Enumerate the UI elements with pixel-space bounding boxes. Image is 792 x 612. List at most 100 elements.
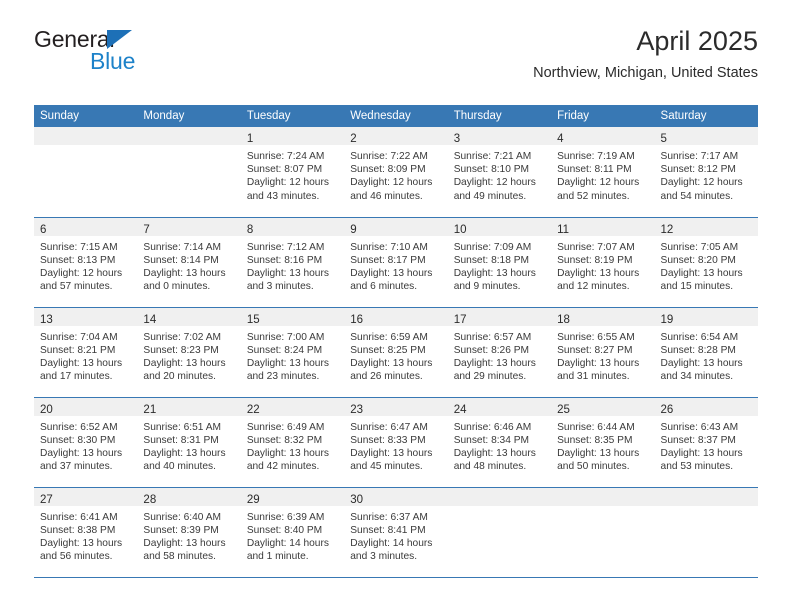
- day-number: 6: [40, 223, 47, 236]
- calendar-day-cell[interactable]: 29 Sunrise: 6:39 AM Sunset: 8:40 PM Dayligh…: [240, 487, 345, 578]
- day-number: 11: [557, 223, 570, 236]
- day-number: 12: [660, 223, 674, 236]
- calendar-day-cell[interactable]: 7 Sunrise: 7:14 AM Sunset: 8:14 PM Daylight…: [137, 217, 241, 308]
- daylight-text: Daylight: 13 hours and 0 minutes.: [143, 267, 226, 293]
- daylight-text: Daylight: 12 hours and 52 minutes.: [557, 177, 640, 202]
- calendar-day-cell[interactable]: 18 Sunrise: 6:55 AM Sunset: 8:27 PM Dayligh…: [551, 307, 655, 398]
- daylight-text: Daylight: 13 hours and 48 minutes.: [453, 447, 536, 473]
- calendar-day-cell[interactable]: 15 Sunrise: 7:00 AM Sunset: 8:24 PM Dayligh…: [240, 307, 345, 398]
- calendar-day-cell[interactable]: 10 Sunrise: 7:09 AM Sunset: 8:18 PM Dayligh…: [447, 217, 552, 308]
- page-title: April 2025: [636, 26, 758, 56]
- calendar-day-cell[interactable]: 22 Sunrise: 6:49 AM Sunset: 8:32 PM Dayligh…: [240, 397, 345, 488]
- calendar-week-row: 20 Sunrise: 6:52 AM Sunset: 8:30 PM Dayligh…: [34, 397, 758, 488]
- day-number: 1: [246, 133, 254, 145]
- day-details: Sunrise: 6:43 AM Sunset: 8:37 PM Daylight:…: [655, 416, 758, 474]
- daylight-text: Daylight: 13 hours and 42 minutes.: [246, 447, 329, 473]
- day-number: 2: [350, 133, 357, 145]
- weekday-header-thursday: Thursday: [447, 105, 552, 127]
- calendar-day-cell[interactable]: 5 Sunrise: 7:17 AM Sunset: 8:12 PM Daylight…: [654, 127, 758, 218]
- day-number: 20: [40, 403, 53, 416]
- daylight-text: Daylight: 12 hours and 49 minutes.: [453, 177, 536, 202]
- calendar-day-cell[interactable]: 3 Sunrise: 7:21 AM Sunset: 8:10 PM Daylight…: [447, 127, 552, 218]
- sunrise-text: Sunrise: 7:24 AM: [246, 151, 325, 162]
- sunrise-text: Sunrise: 7:07 AM: [557, 241, 635, 253]
- calendar-day-cell[interactable]: 25 Sunrise: 6:44 AM Sunset: 8:35 PM Dayligh…: [551, 397, 655, 488]
- day-number-band: 8: [240, 217, 345, 236]
- calendar-day-cell[interactable]: 30 Sunrise: 6:37 AM Sunset: 8:41 PM Dayligh…: [344, 487, 448, 578]
- calendar-day-cell[interactable]: 14 Sunrise: 7:02 AM Sunset: 8:23 PM Dayligh…: [137, 307, 241, 398]
- calendar-day-cell[interactable]: 20 Sunrise: 6:52 AM Sunset: 8:30 PM Dayligh…: [34, 397, 138, 488]
- calendar-day-cell[interactable]: 21 Sunrise: 6:51 AM Sunset: 8:31 PM Dayligh…: [137, 397, 241, 488]
- calendar-day-cell[interactable]: 1 Sunrise: 7:24 AM Sunset: 8:07 PM Daylight…: [240, 127, 345, 218]
- calendar-day-cell[interactable]: 8 Sunrise: 7:12 AM Sunset: 8:16 PM Daylight…: [240, 217, 345, 308]
- day-number: 7: [143, 223, 150, 236]
- day-number-band: 14: [137, 307, 241, 326]
- day-details: Sunrise: 6:57 AM Sunset: 8:26 PM Daylight:…: [448, 326, 551, 384]
- day-number-band: 18: [551, 307, 655, 326]
- calendar-day-cell[interactable]: 26 Sunrise: 6:43 AM Sunset: 8:37 PM Dayligh…: [654, 397, 758, 488]
- sunset-text: Sunset: 8:19 PM: [557, 254, 633, 266]
- day-number-band: 21: [137, 397, 241, 416]
- daylight-text: Daylight: 13 hours and 56 minutes.: [40, 537, 123, 563]
- calendar-day-cell[interactable]: 12 Sunrise: 7:05 AM Sunset: 8:20 PM Dayligh…: [654, 217, 758, 308]
- calendar-day-cell[interactable]: 16 Sunrise: 6:59 AM Sunset: 8:25 PM Dayligh…: [344, 307, 448, 398]
- calendar-week-row: 13 Sunrise: 7:04 AM Sunset: 8:21 PM Dayligh…: [34, 307, 758, 398]
- calendar-day-cell[interactable]: 27 Sunrise: 6:41 AM Sunset: 8:38 PM Dayligh…: [34, 487, 138, 578]
- day-number: 14: [143, 313, 157, 326]
- weekday-header-tuesday: Tuesday: [240, 105, 345, 127]
- daylight-text: Daylight: 13 hours and 37 minutes.: [40, 447, 123, 473]
- daylight-text: Daylight: 13 hours and 29 minutes.: [453, 357, 536, 383]
- sunrise-text: Sunrise: 7:10 AM: [350, 241, 428, 253]
- calendar-day-cell[interactable]: 23 Sunrise: 6:47 AM Sunset: 8:33 PM Dayligh…: [344, 397, 448, 488]
- calendar-day-cell-empty: [137, 127, 241, 218]
- day-number: 29: [246, 493, 260, 506]
- day-number-band: 10: [447, 217, 552, 236]
- day-details: Sunrise: 7:09 AM Sunset: 8:18 PM Daylight:…: [448, 236, 551, 294]
- weekday-header-sunday: Sunday: [34, 105, 138, 127]
- day-number: 8: [246, 223, 254, 236]
- calendar-day-cell-empty: [551, 487, 655, 578]
- calendar-day-cell[interactable]: 6 Sunrise: 7:15 AM Sunset: 8:13 PM Daylight…: [34, 217, 138, 308]
- day-details: Sunrise: 7:14 AM Sunset: 8:14 PM Daylight:…: [137, 236, 240, 294]
- sunset-text: Sunset: 8:39 PM: [143, 524, 219, 536]
- day-details: Sunrise: 7:15 AM Sunset: 8:13 PM Daylight:…: [34, 236, 137, 294]
- calendar-day-cell[interactable]: 11 Sunrise: 7:07 AM Sunset: 8:19 PM Dayligh…: [551, 217, 655, 308]
- calendar-day-cell[interactable]: 4 Sunrise: 7:19 AM Sunset: 8:11 PM Daylight…: [551, 127, 655, 218]
- title-block: April 2025 Northview, Michigan, United S…: [533, 26, 758, 82]
- day-details: Sunrise: 6:51 AM Sunset: 8:31 PM Daylight:…: [137, 416, 240, 474]
- calendar-day-cell[interactable]: 28 Sunrise: 6:40 AM Sunset: 8:39 PM Dayligh…: [137, 487, 241, 578]
- sunrise-text: Sunrise: 7:05 AM: [660, 241, 739, 253]
- day-number-band: 4: [551, 127, 655, 145]
- day-details: Sunrise: 7:22 AM Sunset: 8:09 PM Daylight:…: [344, 145, 447, 203]
- day-details: Sunrise: 6:49 AM Sunset: 8:32 PM Daylight:…: [241, 416, 344, 474]
- sunrise-text: Sunrise: 7:17 AM: [660, 151, 739, 162]
- sunset-text: Sunset: 8:14 PM: [143, 254, 219, 266]
- calendar-day-cell[interactable]: 17 Sunrise: 6:57 AM Sunset: 8:26 PM Dayligh…: [447, 307, 552, 398]
- generalblue-logo[interactable]: General Blue: [34, 28, 224, 80]
- calendar-day-cell[interactable]: 24 Sunrise: 6:46 AM Sunset: 8:34 PM Dayligh…: [447, 397, 552, 488]
- calendar-day-cell[interactable]: 19 Sunrise: 6:54 AM Sunset: 8:28 PM Dayligh…: [654, 307, 758, 398]
- calendar-day-cell[interactable]: 9 Sunrise: 7:10 AM Sunset: 8:17 PM Daylight…: [344, 217, 448, 308]
- weekday-header-row: Sunday Monday Tuesday Wednesday Thursday Frid…: [34, 105, 758, 127]
- day-number-band: [34, 127, 138, 145]
- daylight-text: Daylight: 13 hours and 15 minutes.: [660, 267, 743, 293]
- sunset-text: Sunset: 8:40 PM: [246, 524, 323, 536]
- day-number-band: 25: [551, 397, 655, 416]
- day-number: 28: [143, 493, 157, 506]
- calendar-day-cell[interactable]: 13 Sunrise: 7:04 AM Sunset: 8:21 PM Dayligh…: [34, 307, 138, 398]
- sunrise-text: Sunrise: 6:55 AM: [557, 331, 635, 343]
- day-number-band: [137, 127, 241, 145]
- day-details: Sunrise: 6:55 AM Sunset: 8:27 PM Daylight:…: [551, 326, 654, 384]
- calendar-week-row: 1 Sunrise: 7:24 AM Sunset: 8:07 PM Daylight…: [34, 127, 758, 218]
- day-details: Sunrise: 7:12 AM Sunset: 8:16 PM Daylight:…: [241, 236, 344, 294]
- sunrise-text: Sunrise: 7:09 AM: [453, 241, 532, 253]
- day-number-band: 3: [447, 127, 552, 145]
- day-number-band: 15: [240, 307, 345, 326]
- calendar-day-cell[interactable]: 2 Sunrise: 7:22 AM Sunset: 8:09 PM Daylight…: [344, 127, 448, 218]
- day-number-band: 17: [447, 307, 552, 326]
- sunset-text: Sunset: 8:07 PM: [246, 164, 323, 176]
- day-details: Sunrise: 7:02 AM Sunset: 8:23 PM Daylight:…: [137, 326, 240, 384]
- daylight-text: Daylight: 12 hours and 57 minutes.: [40, 267, 123, 293]
- sunset-text: Sunset: 8:24 PM: [246, 344, 323, 356]
- sunset-text: Sunset: 8:23 PM: [143, 344, 219, 356]
